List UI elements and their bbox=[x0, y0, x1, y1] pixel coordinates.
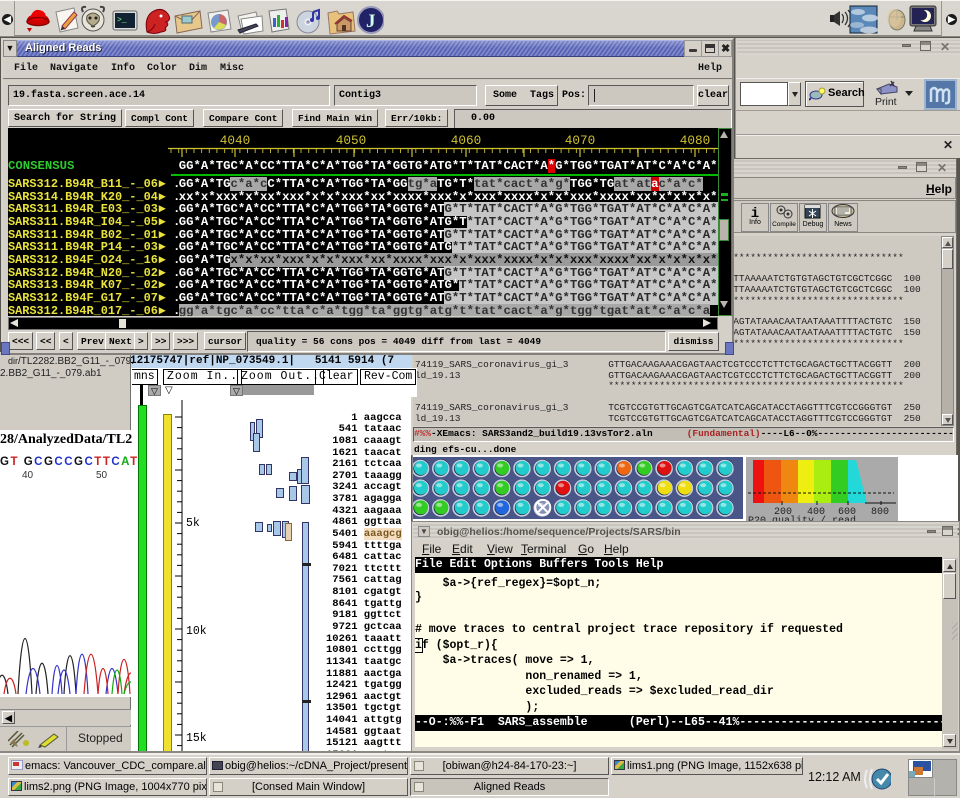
svg-text:800: 800 bbox=[871, 507, 889, 518]
svg-text:>_: >_ bbox=[117, 16, 127, 25]
svg-text:J: J bbox=[366, 11, 376, 32]
